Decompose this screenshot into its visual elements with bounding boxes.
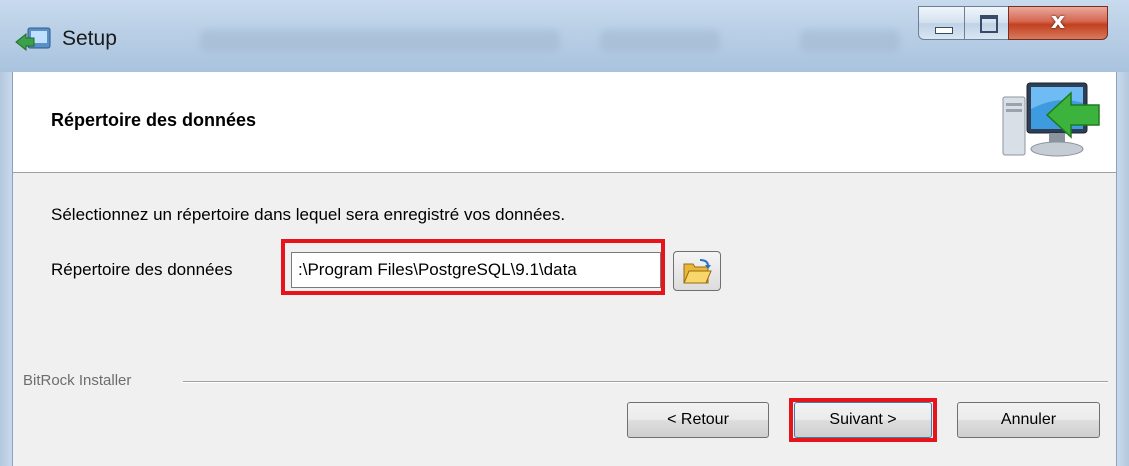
client-area: Répertoire des données Sélectionnez un r… [12,72,1117,466]
minimize-button[interactable] [918,6,965,40]
window-frame-left [0,72,12,466]
browse-button[interactable] [673,251,721,291]
setup-installer-icon [15,27,51,52]
window-title: Setup [62,27,117,50]
background-blur [800,30,900,52]
minimize-icon [935,27,953,34]
title-bar[interactable]: Setup x [0,0,1129,72]
back-button[interactable]: < Retour [627,402,769,438]
background-blur [200,30,560,52]
page-header: Répertoire des données [13,72,1116,173]
installer-brand: BitRock Installer [23,372,136,389]
highlight-box-input [281,239,665,295]
computer-arrow-icon [1002,82,1100,157]
description-text: Sélectionnez un répertoire dans lequel s… [51,205,566,224]
background-blur [600,30,720,52]
window-frame-right [1117,72,1129,466]
footer-separator [183,381,1108,383]
cancel-button[interactable]: Annuler [957,402,1100,438]
close-icon: x [1050,9,1066,34]
folder-open-icon [683,259,712,284]
maximize-button[interactable] [964,6,1009,40]
maximize-icon [980,15,998,33]
data-directory-label: Répertoire des données [51,260,233,279]
setup-window: Setup x Répertoire des données Sélection… [0,0,1129,466]
page-title: Répertoire des données [51,110,257,130]
close-button[interactable]: x [1008,6,1108,40]
highlight-box-next [789,398,937,442]
